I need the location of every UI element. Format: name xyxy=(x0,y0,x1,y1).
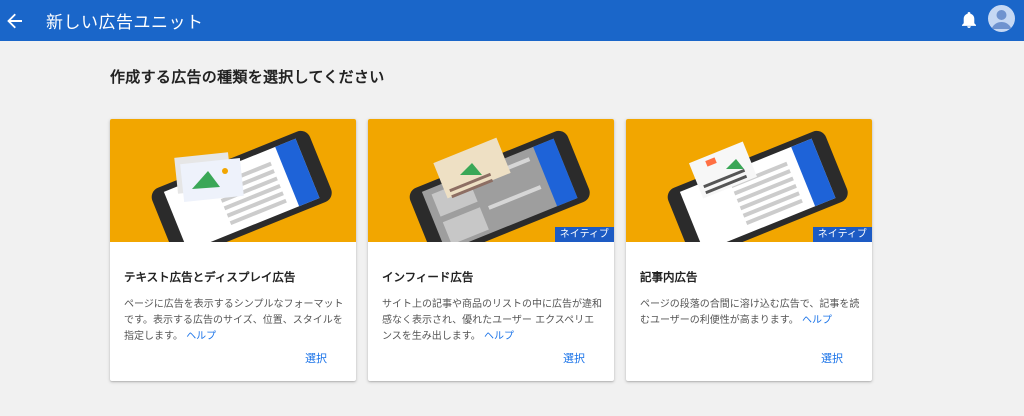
card-title: テキスト広告とディスプレイ広告 xyxy=(124,270,296,284)
phone-illustration xyxy=(626,119,872,242)
card-description: ページに広告を表示するシンプルなフォーマットです。表示する広告のサイズ、位置、ス… xyxy=(124,299,344,342)
arrow-back-icon[interactable] xyxy=(2,8,28,34)
ad-type-card-inarticle[interactable]: ネイティブ 記事内広告 ページの段落の合間に溶け込む広告で、記事を読むユーザーの… xyxy=(626,119,872,381)
account-circle-icon[interactable] xyxy=(988,5,1015,32)
native-badge: ネイティブ xyxy=(812,227,872,242)
select-button[interactable]: 選択 xyxy=(821,350,843,366)
card-title: インフィード広告 xyxy=(382,270,474,284)
native-badge: ネイティブ xyxy=(554,227,614,242)
page-title: 新しい広告ユニット xyxy=(46,13,204,33)
card-title: 記事内広告 xyxy=(640,270,698,284)
phone-illustration xyxy=(368,119,614,242)
help-link[interactable]: ヘルプ xyxy=(484,331,514,342)
card-description: ページの段落の合間に溶け込む広告で、記事を読むユーザーの利便性が高まります。 ヘ… xyxy=(640,299,860,326)
bell-icon[interactable] xyxy=(958,9,980,31)
section-heading: 作成する広告の種類を選択してください xyxy=(110,68,385,86)
card-description: サイト上の記事や商品のリストの中に広告が違和感なく表示され、優れたユーザー エク… xyxy=(382,299,602,342)
app-header: 新しい広告ユニット xyxy=(0,0,1024,41)
select-button[interactable]: 選択 xyxy=(305,350,327,366)
phone-illustration xyxy=(110,119,356,242)
ad-type-card-infeed[interactable]: ネイティブ インフィード広告 サイト上の記事や商品のリストの中に広告が違和感なく… xyxy=(368,119,614,381)
help-link[interactable]: ヘルプ xyxy=(802,315,832,326)
select-button[interactable]: 選択 xyxy=(563,350,585,366)
ad-type-card-display[interactable]: テキスト広告とディスプレイ広告 ページに広告を表示するシンプルなフォーマットです… xyxy=(110,119,356,381)
help-link[interactable]: ヘルプ xyxy=(186,331,216,342)
